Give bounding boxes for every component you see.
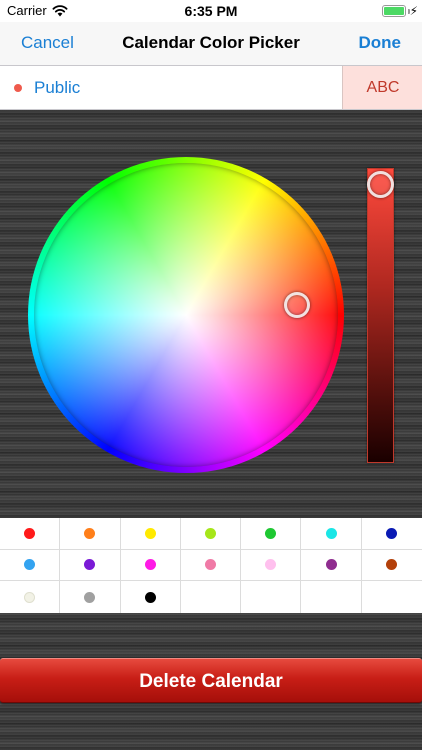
calendar-name: Public	[34, 78, 81, 97]
swatch-cell[interactable]	[301, 549, 362, 582]
calendar-row[interactable]: Public ABC	[0, 66, 422, 110]
status-bar: Carrier 6:35 PM ⚡	[0, 0, 422, 22]
charging-bolt-icon: ⚡	[409, 4, 418, 18]
swatch-cell[interactable]	[0, 518, 61, 550]
swatch-cell-empty	[301, 581, 362, 613]
status-time: 6:35 PM	[184, 3, 238, 19]
swatch-cell[interactable]	[0, 549, 61, 582]
calendar-color-dot	[14, 84, 22, 92]
swatch-cell[interactable]	[120, 549, 181, 582]
swatch-cell[interactable]	[180, 518, 242, 550]
swatch-dot	[84, 559, 96, 571]
color-preview: ABC	[342, 66, 422, 109]
delete-calendar-button[interactable]: Delete Calendar	[0, 658, 422, 703]
swatch-cell[interactable]	[0, 581, 61, 613]
swatch-cell[interactable]	[60, 581, 121, 613]
swatch-cell[interactable]	[60, 518, 121, 550]
swatch-cell-empty	[181, 581, 242, 613]
swatch-grid	[0, 518, 422, 613]
swatch-dot	[24, 527, 36, 539]
swatch-dot	[144, 527, 156, 539]
swatch-dot	[24, 559, 36, 571]
swatch-dot	[204, 559, 216, 571]
brightness-slider-handle[interactable]	[367, 171, 394, 198]
cancel-button[interactable]: Cancel	[21, 33, 74, 53]
swatch-cell[interactable]	[121, 581, 181, 613]
swatch-dot	[144, 591, 156, 603]
swatch-dot	[265, 527, 277, 539]
nav-bar: Calendar Color Picker Cancel Done	[0, 22, 422, 66]
swatch-dot	[386, 527, 398, 539]
swatch-cell-empty	[362, 581, 422, 613]
swatch-cell-empty	[241, 581, 302, 613]
swatch-cell[interactable]	[241, 518, 302, 550]
swatch-cell[interactable]	[301, 518, 362, 550]
swatch-dot	[144, 559, 156, 571]
swatch-dot	[24, 591, 36, 603]
battery-fill	[384, 7, 404, 15]
swatch-cell[interactable]	[180, 549, 242, 582]
swatch-cell[interactable]	[120, 518, 181, 550]
delete-calendar-label: Delete Calendar	[139, 671, 283, 692]
swatch-dot	[204, 527, 216, 539]
swatch-dot	[325, 527, 337, 539]
swatch-dot	[84, 591, 96, 603]
battery-icon	[382, 5, 406, 17]
swatch-cell[interactable]	[60, 549, 121, 582]
swatch-dot	[84, 527, 96, 539]
swatch-cell[interactable]	[241, 549, 302, 582]
color-wheel-handle[interactable]	[284, 292, 310, 318]
swatch-cell[interactable]	[361, 550, 422, 582]
swatch-cell[interactable]	[361, 518, 422, 550]
swatch-dot	[265, 559, 277, 571]
swatch-dot	[386, 559, 398, 571]
done-button[interactable]: Done	[359, 33, 402, 53]
color-preview-text: ABC	[366, 79, 400, 96]
brightness-slider[interactable]	[367, 168, 394, 463]
swatch-dot	[325, 559, 337, 571]
